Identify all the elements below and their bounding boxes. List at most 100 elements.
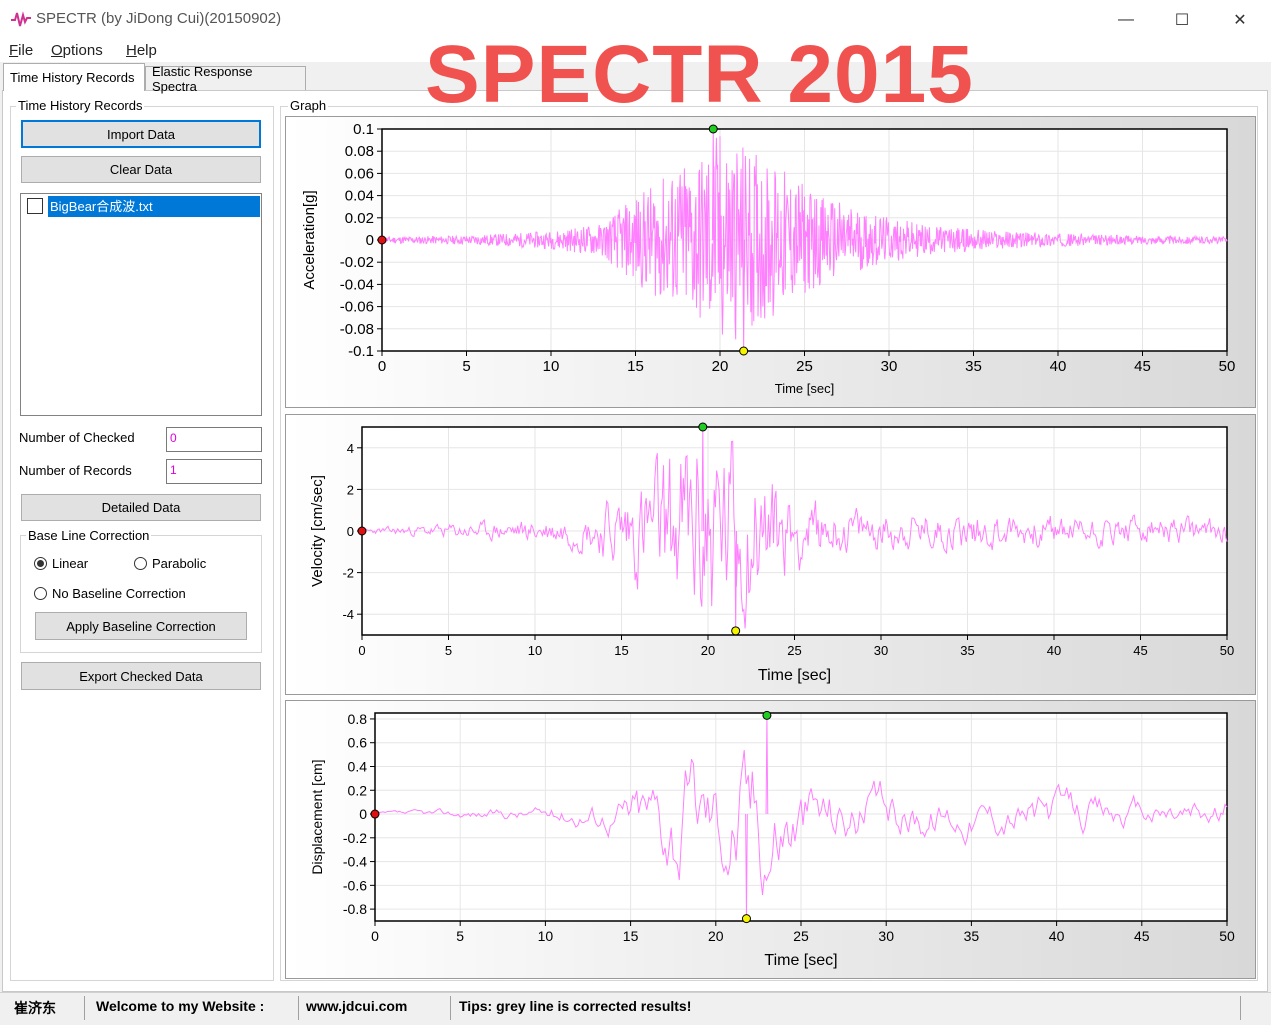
list-item[interactable]: BigBear合成波.txt	[48, 196, 260, 217]
y-tick-label: 4	[347, 441, 354, 456]
x-tick-label: 10	[538, 928, 554, 944]
y-tick-label: 0	[359, 806, 367, 822]
tab-elastic-response-spectra[interactable]: Elastic Response Spectra	[145, 64, 306, 94]
menu-help[interactable]: Help	[126, 42, 157, 59]
y-tick-label: 0	[366, 232, 374, 249]
number-of-records-field[interactable]: 1	[166, 459, 262, 484]
y-tick-label: 0.1	[353, 121, 374, 138]
status-author: 崔济东	[14, 1000, 56, 1016]
tab-time-history-records[interactable]: Time History Records	[3, 63, 145, 91]
x-tick-label: 35	[964, 928, 980, 944]
x-tick-label: 5	[456, 928, 464, 944]
x-tick-label: 35	[965, 358, 982, 375]
x-tick-label: 50	[1219, 928, 1235, 944]
y-tick-label: 0.2	[348, 782, 368, 798]
no-baseline-label: No Baseline Correction	[52, 586, 186, 601]
x-tick-label: 15	[623, 928, 639, 944]
status-separator	[298, 996, 299, 1020]
velocity-chart: 0 5 10 15 20 25 30 35 40 45 50420-2-4Time [sec]Vel…	[286, 415, 1255, 715]
min-marker	[731, 626, 741, 636]
x-tick-label: 10	[543, 358, 560, 375]
graph-group-label: Graph	[288, 98, 329, 113]
x-tick-label: 45	[1134, 928, 1150, 944]
y-tick-label: -0.6	[343, 877, 367, 893]
displacement-chart: 0 5 10 15 20 25 30 35 40 45 50 0.8 0.6 0.4 0.2 0 -0.2 -0.…	[286, 701, 1255, 1001]
apply-baseline-button[interactable]: Apply Baseline Correction	[35, 612, 247, 640]
x-tick-label: 30	[874, 643, 888, 658]
records-listbox[interactable]	[20, 193, 262, 416]
menu-options[interactable]: Options	[51, 42, 103, 59]
y-tick-label: -0.04	[340, 276, 374, 293]
y-tick-label: 0	[347, 524, 354, 539]
status-separator	[1240, 996, 1241, 1020]
y-tick-label: -0.02	[340, 254, 374, 271]
parabolic-radio[interactable]	[134, 557, 147, 570]
minimize-button[interactable]: —	[1097, 0, 1155, 40]
x-tick-label: 20	[701, 643, 715, 658]
x-tick-label: 30	[881, 358, 898, 375]
y-axis-label: Velocity [cm/sec]	[309, 475, 326, 587]
no-baseline-radio[interactable]	[34, 587, 47, 600]
y-tick-label: -0.1	[348, 343, 374, 360]
number-of-checked-label: Number of Checked	[19, 430, 135, 445]
number-of-records-label: Number of Records	[19, 463, 132, 478]
y-tick-label: 0.08	[345, 143, 374, 160]
x-tick-label: 30	[878, 928, 894, 944]
detailed-data-button[interactable]: Detailed Data	[21, 494, 261, 521]
maximize-button[interactable]: ☐	[1153, 0, 1211, 40]
number-of-checked-field[interactable]: 0	[166, 427, 262, 452]
status-tips: Tips: grey line is corrected results!	[459, 998, 692, 1014]
parabolic-label: Parabolic	[152, 556, 207, 571]
y-tick-label: -0.8	[343, 901, 367, 917]
min-marker	[741, 914, 751, 924]
max-marker	[762, 710, 772, 720]
start-marker	[370, 809, 380, 819]
y-axis-label: Displacement [cm]	[309, 759, 325, 874]
velocity-chart-panel: 0 5 10 15 20 25 30 35 40 45 50 4 2 0 -2 -4 Time [sec] Vel…	[285, 414, 1256, 715]
y-tick-label: -0.08	[340, 321, 374, 338]
max-marker	[698, 422, 708, 432]
import-data-button[interactable]: Import Data	[21, 120, 261, 148]
min-marker	[739, 346, 749, 356]
x-tick-label: 25	[793, 928, 809, 944]
x-tick-label: 45	[1133, 643, 1147, 658]
x-tick-label: 15	[614, 643, 628, 658]
x-tick-label: 20	[712, 358, 729, 375]
y-tick-label: 0.04	[345, 188, 374, 205]
linear-radio[interactable]	[34, 557, 47, 570]
clear-data-button[interactable]: Clear Data	[21, 156, 261, 183]
linear-label: Linear	[52, 556, 89, 571]
baseline-group-label: Base Line Correction	[26, 528, 152, 543]
x-tick-label: 5	[445, 643, 452, 658]
close-button[interactable]: ✕	[1211, 0, 1269, 40]
status-website[interactable]: www.jdcui.com	[306, 998, 407, 1014]
x-axis-label: Time [sec]	[758, 667, 831, 684]
x-tick-label: 15	[627, 358, 644, 375]
export-checked-data-button[interactable]: Export Checked Data	[21, 662, 261, 690]
menu-file[interactable]: File	[9, 42, 33, 59]
y-tick-label: 0.6	[348, 735, 368, 751]
start-marker	[357, 526, 367, 536]
start-marker	[377, 235, 387, 245]
x-tick-label: 0	[378, 358, 386, 375]
x-tick-label: 45	[1134, 358, 1151, 375]
x-tick-label: 0	[358, 643, 365, 658]
record-checkbox[interactable]	[27, 198, 43, 214]
y-tick-label: 0.4	[348, 758, 368, 774]
x-tick-label: 50	[1220, 643, 1234, 658]
x-tick-label: 10	[528, 643, 542, 658]
acceleration-chart-panel: 0 5 10 15 20 25 30 35 40 45 50 0.1 0.08 0.06 0.04 0.02 0…	[285, 116, 1256, 417]
y-tick-label: -0.06	[340, 299, 374, 316]
y-axis-label: Acceleration[g]	[301, 190, 318, 289]
y-tick-label: -0.2	[343, 830, 367, 846]
x-tick-label: 20	[708, 928, 724, 944]
x-axis-label: Time [sec]	[764, 952, 837, 969]
x-tick-label: 50	[1219, 358, 1236, 375]
x-axis-label: Time [sec]	[775, 381, 834, 396]
y-tick-label: 0.8	[348, 711, 368, 727]
y-tick-label: 2	[347, 482, 354, 497]
status-separator	[450, 996, 451, 1020]
x-tick-label: 25	[787, 643, 801, 658]
app-icon	[11, 11, 31, 27]
y-tick-label: -4	[342, 607, 354, 622]
